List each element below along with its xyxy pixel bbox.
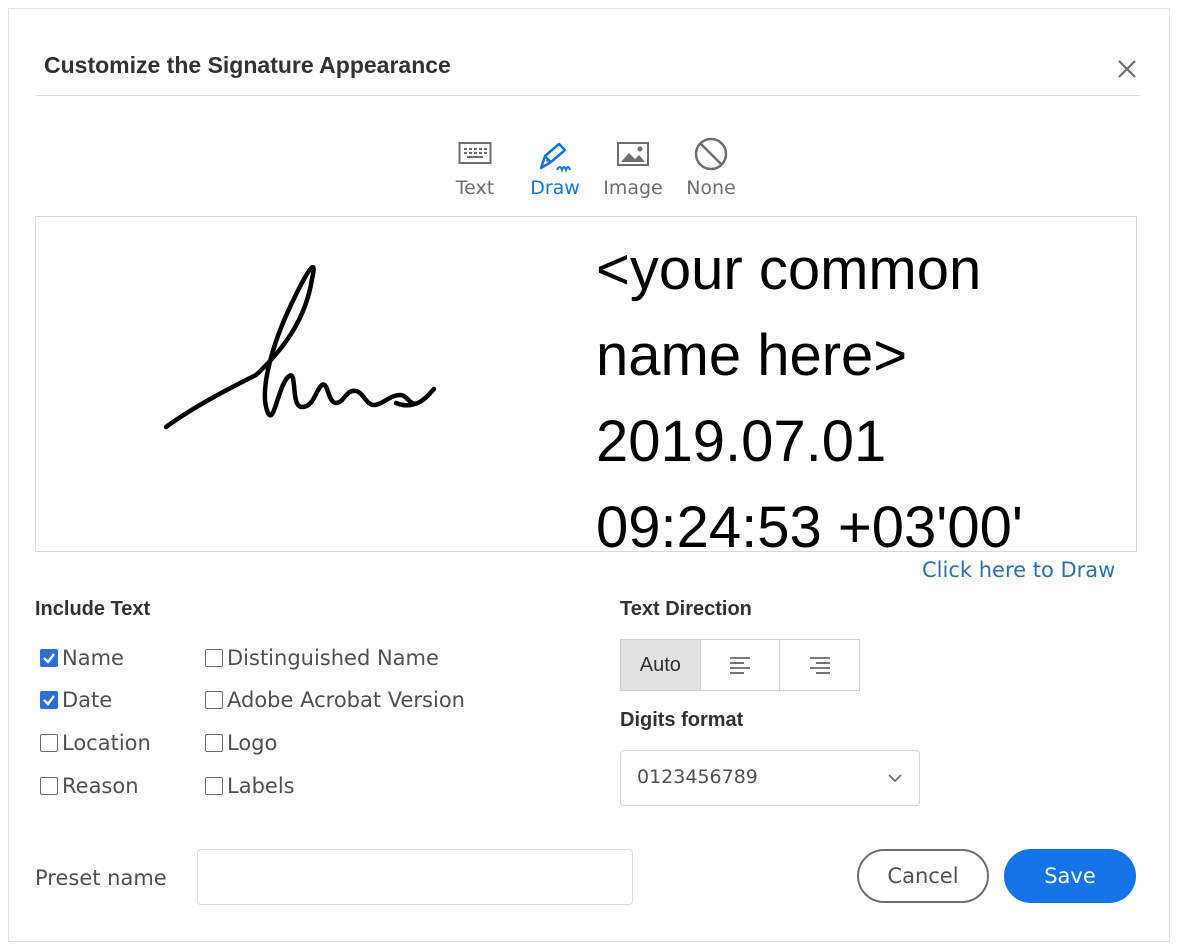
- checkbox-label: Adobe Acrobat Version: [227, 688, 465, 712]
- checkbox-label: Location: [62, 731, 151, 755]
- prohibited-icon: [692, 135, 730, 178]
- checkbox-logo[interactable]: Logo: [205, 731, 277, 755]
- cancel-button[interactable]: Cancel: [857, 849, 989, 903]
- tab-text[interactable]: Text: [440, 132, 510, 226]
- checkbox-acrobat-version[interactable]: Adobe Acrobat Version: [205, 688, 465, 712]
- direction-auto-button[interactable]: Auto: [621, 640, 700, 690]
- checkbox-box[interactable]: [205, 734, 223, 752]
- save-button[interactable]: Save: [1004, 849, 1136, 903]
- preset-name-label: Preset name: [35, 866, 167, 890]
- checkbox-label: Distinguished Name: [227, 646, 439, 670]
- preview-line-date: 2019.07.01: [596, 409, 887, 474]
- checkbox-label: Reason: [62, 774, 139, 798]
- checkbox-box[interactable]: [40, 734, 58, 752]
- tab-image-label: Image: [603, 177, 663, 199]
- signature-preview[interactable]: <your common name here> 2019.07.01 09:24…: [35, 216, 1137, 560]
- right-align-icon: [809, 657, 830, 674]
- checkbox-reason[interactable]: Reason: [40, 774, 139, 798]
- preset-name-input[interactable]: [197, 849, 633, 905]
- tab-draw-label: Draw: [530, 177, 580, 199]
- checkbox-distinguished-name[interactable]: Distinguished Name: [205, 646, 439, 670]
- direction-left-button[interactable]: [699, 640, 780, 690]
- title-divider: [36, 95, 1140, 96]
- tab-none[interactable]: None: [676, 132, 746, 226]
- click-here-to-draw-link[interactable]: Click here to Draw: [922, 558, 1115, 582]
- dialog-title: Customize the Signature Appearance: [44, 52, 451, 78]
- image-icon: [616, 140, 650, 173]
- keyboard-icon: [458, 140, 492, 171]
- digits-format-value: 0123456789: [637, 766, 758, 788]
- text-direction-group: Auto: [620, 639, 860, 691]
- preview-line-name-1: <your common: [596, 237, 982, 302]
- tab-text-label: Text: [455, 177, 495, 199]
- checkbox-date[interactable]: Date: [40, 688, 112, 712]
- checkbox-box[interactable]: [40, 691, 58, 709]
- checkbox-labels[interactable]: Labels: [205, 774, 295, 798]
- close-icon[interactable]: [1112, 54, 1142, 84]
- preview-signature-text: <your common name here> 2019.07.01 09:24…: [596, 227, 1023, 571]
- tab-none-label: None: [686, 177, 736, 199]
- checkbox-box[interactable]: [205, 691, 223, 709]
- drawn-signature: [163, 264, 437, 430]
- checkbox-name[interactable]: Name: [40, 646, 124, 670]
- close-button[interactable]: [1112, 54, 1142, 84]
- signature-type-tabs: Text Draw Image None: [440, 132, 760, 226]
- left-align-icon: [730, 657, 750, 674]
- tab-draw[interactable]: Draw: [515, 132, 595, 226]
- checkbox-location[interactable]: Location: [40, 731, 151, 755]
- checkbox-box[interactable]: [205, 777, 223, 795]
- preview-line-name-2: name here>: [596, 323, 908, 388]
- checkbox-label: Logo: [227, 731, 278, 755]
- checkmark-icon: [43, 695, 55, 706]
- checkmark-icon: [43, 653, 55, 664]
- checkbox-label: Labels: [227, 774, 295, 798]
- digits-format-select[interactable]: 0123456789: [620, 750, 920, 806]
- digits-format-label: Digits format: [620, 709, 744, 731]
- text-direction-label: Text Direction: [620, 598, 752, 620]
- direction-right-button[interactable]: [779, 640, 859, 690]
- chevron-down-icon: [887, 771, 903, 789]
- include-text-label: Include Text: [35, 598, 151, 620]
- checkbox-box[interactable]: [40, 649, 58, 667]
- checkbox-label: Date: [62, 688, 113, 712]
- pen-icon: [535, 140, 575, 179]
- checkbox-box[interactable]: [40, 777, 58, 795]
- checkbox-box[interactable]: [205, 649, 223, 667]
- tab-image[interactable]: Image: [598, 132, 668, 226]
- checkbox-label: Name: [62, 646, 124, 670]
